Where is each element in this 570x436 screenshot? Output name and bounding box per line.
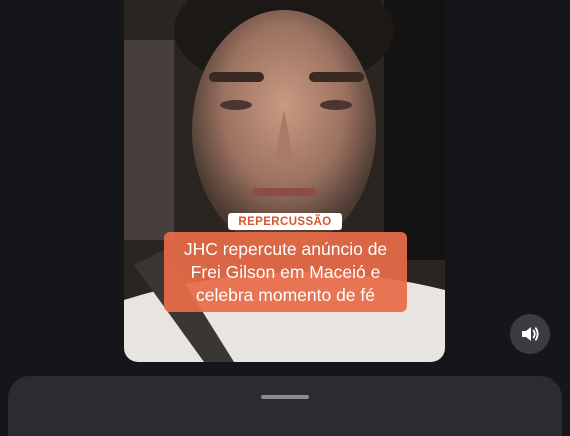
sheet-drag-handle[interactable] [261,395,309,399]
headline-line-2: Frei Gilson em Maceió e [190,261,381,282]
headline-banner: JHC repercute anúncio de Frei Gilson em … [164,232,407,312]
bottom-sheet[interactable] [8,376,562,436]
headline-line-3: celebra momento de fé [196,284,375,305]
headline-line-1: JHC repercute anúncio de [183,238,388,259]
category-tag: REPERCUSSÃO [228,213,342,230]
speaker-volume-icon [522,327,539,341]
sound-toggle-button[interactable] [510,314,550,354]
